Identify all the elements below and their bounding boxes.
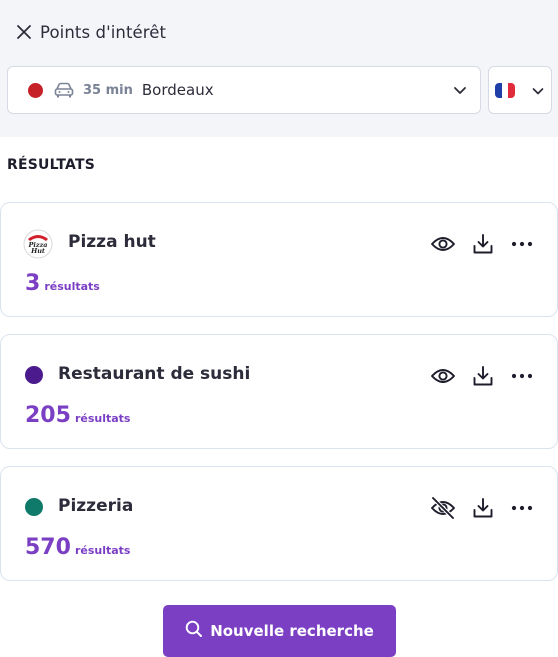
french-flag-icon [495,82,515,98]
result-count-value: 570 [25,535,71,560]
results-heading: RÉSULTATS [7,157,96,173]
result-count: 3 résultats [25,271,100,296]
new-search-button[interactable]: Nouvelle recherche [163,605,396,657]
svg-text:Hut: Hut [30,247,45,255]
location-selector[interactable]: 35 min Bordeaux [7,66,481,114]
result-actions [429,232,536,256]
result-name: Restaurant de sushi [58,364,251,384]
download-icon[interactable] [469,232,497,256]
eye-off-icon[interactable] [429,496,457,520]
result-card[interactable]: Pizzeria 570 résultats [0,466,558,581]
travel-duration: 35 min [83,82,133,98]
pizza-hut-logo: Pizza Hut [23,229,53,259]
chevron-down-icon [531,83,545,97]
eye-icon[interactable] [429,232,457,256]
result-count-unit: résultats [74,412,131,425]
download-icon[interactable] [469,496,497,520]
result-count-value: 3 [25,271,41,296]
result-count: 205 résultats [25,403,130,428]
more-options-icon[interactable] [508,232,536,256]
more-options-icon[interactable] [508,364,536,388]
car-icon [53,81,75,99]
result-count: 570 résultats [25,535,130,560]
search-icon [185,620,203,642]
page-title: Points d'intérêt [40,22,167,42]
download-icon[interactable] [469,364,497,388]
result-count-unit: résultats [44,280,100,293]
result-name: Pizzeria [58,496,134,516]
category-color-dot [25,498,43,516]
result-name: Pizza hut [68,232,156,252]
close-icon[interactable] [14,22,34,42]
result-actions [429,364,536,388]
location-color-dot [28,82,43,98]
eye-icon[interactable] [429,364,457,388]
result-card[interactable]: Pizza Hut Pizza hut 3 résultats [0,202,558,317]
category-color-dot [25,366,43,384]
result-count-value: 205 [25,403,71,428]
new-search-label: Nouvelle recherche [210,622,374,640]
header: Points d'intérêt [14,22,166,42]
more-options-icon[interactable] [508,496,536,520]
result-count-unit: résultats [74,544,131,557]
chevron-down-icon [452,82,468,98]
result-card[interactable]: Restaurant de sushi 205 résultats [0,334,558,449]
city-name: Bordeaux [141,81,214,99]
top-panel: Points d'intérêt 35 min Bordeaux [0,0,558,137]
language-selector[interactable] [488,66,552,114]
result-actions [429,496,536,520]
